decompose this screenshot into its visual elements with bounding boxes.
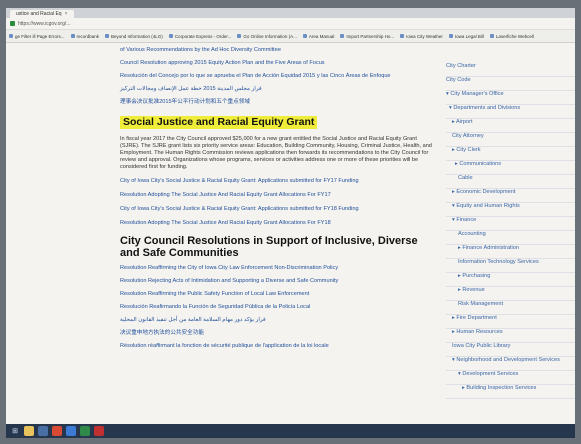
page-content: of Various Recommendations by the Ad Hoc… [6,43,575,424]
bookmark[interactable]: Beyond Information (4LG) [105,34,163,39]
sidebar-item-fire-department[interactable]: ▸ Fire Department [446,315,575,329]
bookmark-icon [105,34,110,38]
grant-paragraph: In fiscal year 2017 the City Council app… [120,136,432,170]
sidebar-item-airport[interactable]: ▸ Airport [446,119,575,133]
bookmark-icon [9,34,13,38]
resolution-link[interactable]: Council Resolution approving 2015 Equity… [120,60,438,67]
start-icon[interactable]: ⊞ [10,426,20,436]
resolution-link[interactable]: 理事会决议批准2015年公平行动计划和五个重点领域 [120,99,438,106]
sidebar-item-equity-human-rights[interactable]: ▾ Equity and Human Rights [446,203,575,217]
sidebar-nav: City Charter City Code ▾ City Manager's … [446,63,575,399]
folder-icon[interactable] [24,426,34,436]
sidebar-item-finance[interactable]: ▾ Finance [446,217,575,231]
bookmark[interactable]: Go Online Information (A... [237,34,297,39]
sidebar-item-accounting[interactable]: Accounting [446,231,575,245]
grant-heading: Social Justice and Racial Equity Grant [120,116,318,129]
bookmark-icon [70,34,75,38]
sidebar-item-city-clerk[interactable]: ▸ City Clerk [446,147,575,161]
council-link[interactable]: Résolution réaffirmant la fonction de sé… [120,343,438,350]
bookmark-icon [237,34,242,38]
bookmark[interactable]: Iowa Legal Bill [448,34,484,39]
bookmarks-bar: ge Filter ill Page Errors... recordbank … [6,30,575,43]
sidebar-item-communications[interactable]: ▸ Communications [446,161,575,175]
resolution-link[interactable]: of Various Recommendations by the Ad Hoc… [120,47,438,54]
bookmark-icon [448,34,453,38]
sidebar-item-purchasing[interactable]: ▸ Purchasing [446,273,575,287]
sidebar-item-cable[interactable]: Cable [446,175,575,189]
bookmark-icon [400,34,405,38]
sidebar-item-city-attorney[interactable]: City Attorney [446,133,575,147]
sidebar-item-building-inspection[interactable]: ▸ Building Inspection Services [446,385,575,399]
sidebar-item-human-resources[interactable]: ▸ Human Resources [446,329,575,343]
bookmark[interactable]: recordbank [70,34,99,39]
sidebar-item-public-library[interactable]: Iowa City Public Library [446,343,575,357]
bookmark-icon [340,34,345,38]
grant-link[interactable]: City of Iowa City's Social Justice & Rac… [120,178,438,185]
council-link[interactable]: Resolution Reaffirming the City of Iowa … [120,265,438,272]
council-link[interactable]: 决议重申地方执法的公共安全功能 [120,330,438,337]
app-icon[interactable] [66,426,76,436]
address-bar[interactable]: https://www.icgov.org/... [6,18,575,30]
sidebar-item-revenue[interactable]: ▸ Revenue [446,287,575,301]
sidebar-item-city-code[interactable]: City Code [446,77,575,91]
council-link[interactable]: Resolution Reaffirming the Public Safety… [120,291,438,298]
resolution-link[interactable]: Resolución del Concejo por lo que se apr… [120,73,438,80]
council-link[interactable]: قرار يؤكد دور مهام السلامة العامة من أجل… [120,317,438,324]
bookmark-icon [168,34,173,38]
close-icon[interactable]: × [65,11,68,17]
app-icon[interactable] [80,426,90,436]
bookmark[interactable]: Laserfiche Webcell [489,34,534,39]
sidebar-item-neighborhood-development[interactable]: ▾ Neighborhood and Development Services [446,357,575,371]
url-text: https://www.icgov.org/... [18,20,71,27]
pdf-icon[interactable] [94,426,104,436]
sidebar-item-departments[interactable]: ▾ Departments and Divisions [446,105,575,119]
sidebar-item-risk-management[interactable]: Risk Management [446,301,575,315]
browser-tab[interactable]: ustice and Racial Eq × [10,10,74,18]
media-icon[interactable] [38,426,48,436]
bookmark[interactable]: Import Partnership Ho... [340,34,394,39]
council-link[interactable]: Resolution Rejecting Acts of Intimidatio… [120,278,438,285]
lock-icon [10,21,15,26]
browser-icon[interactable] [52,426,62,436]
tab-title: ustice and Racial Eq [16,11,62,17]
grant-link[interactable]: Resolution Adopting The Social Justice A… [120,192,438,199]
bookmark[interactable]: Area Manual [302,34,334,39]
bookmark-icon [302,34,307,38]
bookmark[interactable]: Corporate Express - Order... [168,34,231,39]
council-link[interactable]: Resolución Reafirmando la Función de Seg… [120,304,438,311]
bookmark[interactable]: Iowa City Weather [400,34,443,39]
screen: ustice and Racial Eq × https://www.icgov… [6,8,575,438]
browser-tab-bar: ustice and Racial Eq × [6,8,575,18]
grant-link[interactable]: Resolution Adopting The Social Justice A… [120,220,438,227]
resolution-link[interactable]: قرار مجلس المدينة 2015 خطة عمل الإنصاف و… [120,86,438,93]
bookmark-icon [489,34,494,38]
council-heading: City Council Resolutions in Support of I… [120,235,418,259]
sidebar-item-economic-development[interactable]: ▸ Economic Development [446,189,575,203]
main-column: of Various Recommendations by the Ad Hoc… [120,43,438,350]
sidebar-item-city-managers-office[interactable]: ▾ City Manager's Office [446,91,575,105]
grant-link[interactable]: City of Iowa City's Social Justice & Rac… [120,206,438,213]
sidebar-item-development-services[interactable]: ▾ Development Services [446,371,575,385]
sidebar-item-city-charter[interactable]: City Charter [446,63,575,77]
sidebar-item-its[interactable]: Information Technology Services [446,259,575,273]
bookmark[interactable]: ge Filter ill Page Errors... [9,34,65,39]
taskbar: ⊞ [6,424,575,438]
sidebar-item-finance-administration[interactable]: ▸ Finance Administration [446,245,575,259]
